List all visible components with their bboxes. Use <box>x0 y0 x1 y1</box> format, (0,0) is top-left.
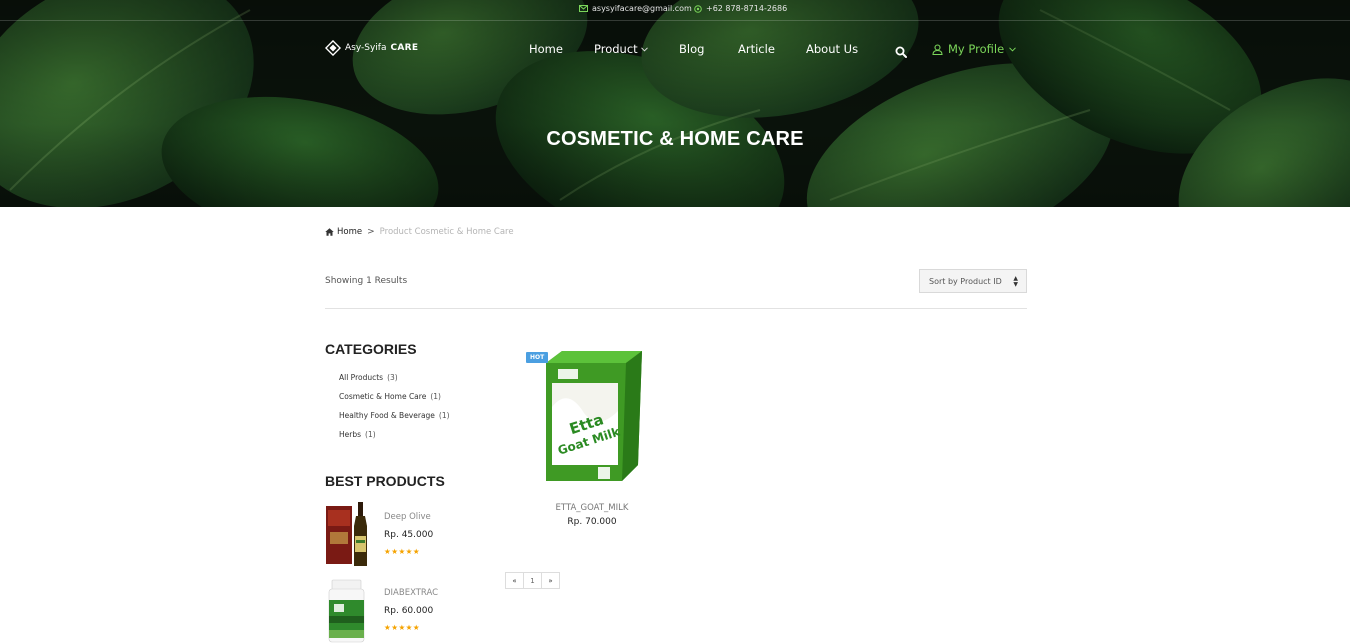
pagination-next[interactable]: » <box>541 572 560 589</box>
best-product-item: Deep Olive Rp. 45.000 ★★★★★ <box>325 502 485 568</box>
results-divider <box>325 308 1027 309</box>
product-name[interactable]: ETTA_GOAT_MILK <box>523 503 661 513</box>
page-title: COSMETIC & HOME CARE <box>546 128 804 150</box>
best-product-price: Rp. 60.000 <box>384 606 434 616</box>
best-product-item: DIABEXTRAC Rp. 60.000 ★★★★★ <box>325 578 485 644</box>
category-item[interactable]: All Products (3) <box>339 372 450 391</box>
best-product-name[interactable]: DIABEXTRAC <box>384 588 438 598</box>
best-product-price: Rp. 45.000 <box>384 530 434 540</box>
search-button[interactable] <box>895 43 907 62</box>
breadcrumb-home-label: Home <box>337 227 363 237</box>
breadcrumb: Home > Product Cosmetic & Home Care <box>325 227 514 237</box>
diamond-logo-icon <box>325 40 341 56</box>
pagination-page[interactable]: 1 <box>523 572 542 589</box>
main-navbar: Asy-Syifa CARE Home Product Blog Article… <box>0 22 1350 74</box>
sort-dropdown[interactable]: Sort by Product ID ▲ ▼ <box>919 269 1027 293</box>
whatsapp-icon <box>694 4 702 13</box>
best-products-heading: BEST PRODUCTS <box>325 473 445 489</box>
search-icon <box>895 46 907 58</box>
nav-home-label: Home <box>529 42 563 56</box>
category-item[interactable]: Cosmetic & Home Care (1) <box>339 391 450 410</box>
diabextrac-thumbnail[interactable] <box>325 578 370 644</box>
envelope-icon <box>579 5 588 12</box>
contact-phone[interactable]: +62 878-8714-2686 <box>694 4 787 13</box>
contact-phone-text: +62 878-8714-2686 <box>706 4 788 13</box>
category-name: All Products <box>339 373 384 382</box>
my-profile-menu[interactable]: My Profile <box>932 42 1017 56</box>
hero-banner: asysyifacare@gmail.com +62 878-8714-2686… <box>0 0 1350 207</box>
hot-badge: HOT <box>526 352 549 363</box>
chevron-down-icon <box>1009 46 1017 52</box>
nav-article-label: Article <box>738 42 775 56</box>
nav-product[interactable]: Product <box>594 42 648 56</box>
nav-home[interactable]: Home <box>529 42 563 56</box>
user-icon <box>932 43 943 55</box>
nav-blog[interactable]: Blog <box>679 42 704 56</box>
nav-about-us[interactable]: About Us <box>806 42 858 56</box>
brand-name-light: Asy-Syifa <box>345 43 387 53</box>
results-count: Showing 1 Results <box>325 276 408 286</box>
etta-goat-milk-image[interactable]: Etta Goat Milk <box>538 347 646 487</box>
nav-article[interactable]: Article <box>738 42 775 56</box>
pagination-prev[interactable]: « <box>505 572 524 589</box>
best-product-name[interactable]: Deep Olive <box>384 512 431 522</box>
rating-stars: ★★★★★ <box>384 547 421 556</box>
home-icon <box>325 228 334 236</box>
category-name: Healthy Food & Beverage <box>339 411 435 420</box>
categories-heading: CATEGORIES <box>325 341 417 357</box>
nav-about-us-label: About Us <box>806 42 859 56</box>
breadcrumb-current: Product Cosmetic & Home Care <box>379 227 514 237</box>
contact-email-text: asysyifacare@gmail.com <box>592 4 692 13</box>
brand-logo[interactable]: Asy-Syifa CARE <box>325 40 418 56</box>
product-card: Etta Goat Milk HOT ETTA_GOAT_MILK Rp. 70… <box>523 344 661 534</box>
chevron-down-icon <box>640 47 648 52</box>
breadcrumb-separator: > <box>367 227 375 237</box>
deep-olive-thumbnail[interactable] <box>325 502 370 568</box>
rating-stars: ★★★★★ <box>384 623 421 632</box>
pagination: « 1 » <box>505 572 560 589</box>
product-price: Rp. 70.000 <box>567 517 617 527</box>
category-name: Cosmetic & Home Care <box>339 392 427 401</box>
nav-blog-label: Blog <box>679 42 705 56</box>
category-count: (1) <box>438 411 450 420</box>
breadcrumb-home[interactable]: Home <box>325 227 362 237</box>
category-count: (3) <box>387 373 398 382</box>
sort-selected-label: Sort by Product ID <box>929 276 1002 286</box>
nav-product-label: Product <box>594 42 638 56</box>
my-profile-label: My Profile <box>948 42 1005 56</box>
category-item[interactable]: Herbs (1) <box>339 429 450 448</box>
category-count: (1) <box>365 430 376 439</box>
category-count: (1) <box>430 392 441 401</box>
category-name: Herbs <box>339 430 362 439</box>
contact-email[interactable]: asysyifacare@gmail.com <box>579 4 692 13</box>
brand-name-bold: CARE <box>390 43 419 53</box>
top-contact-bar: asysyifacare@gmail.com +62 878-8714-2686 <box>0 0 1350 21</box>
category-item[interactable]: Healthy Food & Beverage (1) <box>339 410 450 429</box>
sort-caret-icon: ▲ ▼ <box>1013 275 1018 288</box>
category-list: All Products (3) Cosmetic & Home Care (1) … <box>339 372 450 448</box>
